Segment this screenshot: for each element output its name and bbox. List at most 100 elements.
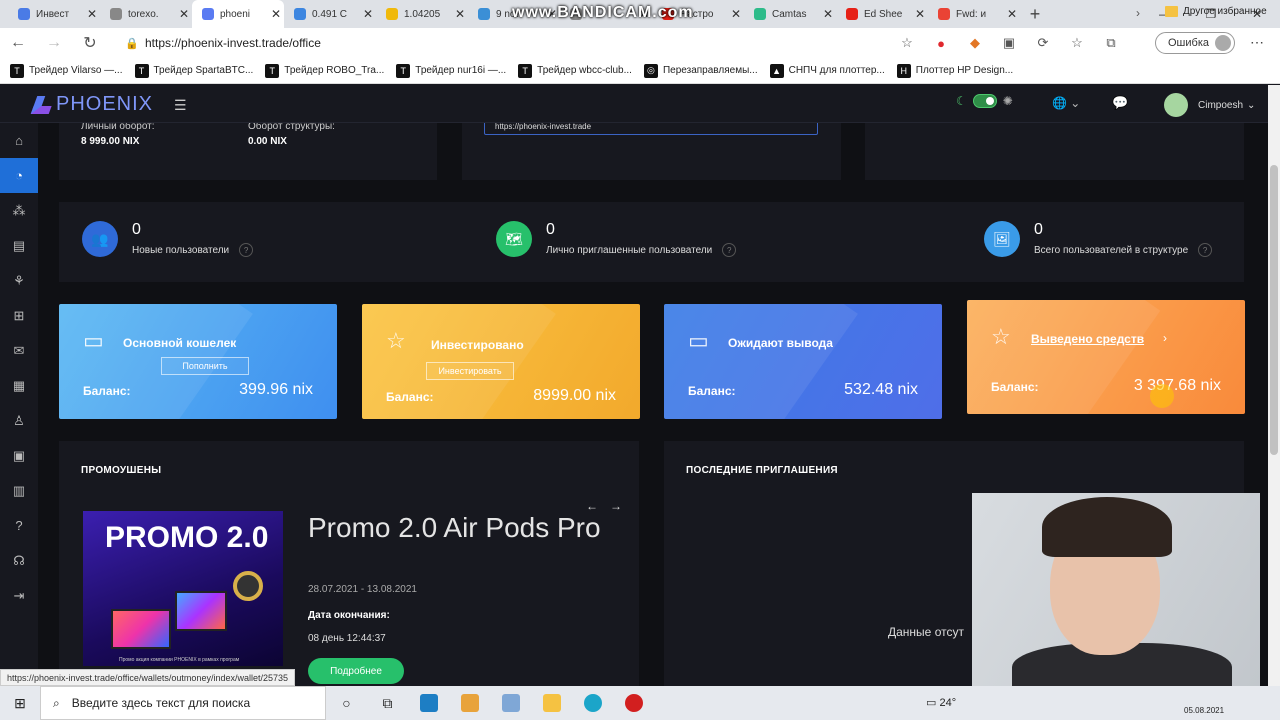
url-field[interactable]: 🔒 https://phoenix-invest.trade/office	[125, 31, 925, 55]
users-icon: 🖼	[984, 221, 1020, 257]
theme-toggle[interactable]	[972, 94, 997, 108]
bookmark-item[interactable]: ▲ СНПЧ для плоттер...	[769, 63, 885, 78]
documents-icon[interactable]: ▤	[0, 228, 38, 263]
wallet-action-button[interactable]: Пополнить	[161, 357, 249, 375]
tab-close-icon[interactable]: ✕	[912, 7, 928, 21]
tab-close-icon[interactable]: ✕	[268, 7, 284, 21]
app-icon-2[interactable]	[449, 686, 490, 720]
tab-title: Инвест	[36, 8, 70, 20]
language-icon[interactable]: 🌐 ⌄	[1052, 96, 1080, 110]
weather[interactable]: ▭ 24°	[926, 696, 956, 709]
app-icon-1[interactable]	[408, 686, 449, 720]
browser-tab[interactable]: torexo. ✕	[100, 0, 192, 28]
bandicam-icon[interactable]	[613, 686, 654, 720]
tab-close-icon[interactable]: ✕	[84, 7, 100, 21]
bookmark-icon: ▲	[769, 63, 784, 78]
more-menu-icon[interactable]: ⋯	[1250, 34, 1264, 51]
scrollbar[interactable]	[1268, 85, 1280, 686]
browser-tab[interactable]: Camtas ✕	[744, 0, 836, 28]
notepad-icon[interactable]	[490, 686, 531, 720]
help-icon[interactable]: ?	[239, 243, 254, 257]
sync-icon[interactable]: ⟳	[1032, 32, 1054, 54]
tab-close-icon[interactable]: ✕	[820, 7, 836, 21]
opera-icon[interactable]: ●	[930, 32, 952, 54]
tab-close-icon[interactable]: ✕	[360, 7, 376, 21]
forward-icon[interactable]: →	[36, 34, 72, 52]
metamask-icon[interactable]: ◆	[964, 32, 986, 54]
bookmark-item[interactable]: T Трейдер nur16i —...	[396, 63, 506, 78]
recording-watermark: www.BANDICAM.com	[512, 4, 694, 21]
help-icon[interactable]: ?	[0, 508, 38, 543]
reload-icon[interactable]: ↻	[72, 33, 108, 53]
wallet-icon[interactable]: ▣	[0, 438, 38, 473]
browser-tab[interactable]: 1.04205 ✕	[376, 0, 468, 28]
invest-icon[interactable]: ⚘	[0, 263, 38, 298]
task-view-icon[interactable]: ⧉	[367, 686, 408, 720]
chat-icon[interactable]: 💬	[1112, 95, 1128, 111]
calendar-icon[interactable]: ▦	[0, 368, 38, 403]
bookmark-item[interactable]: T Трейдер Vilarso —...	[10, 63, 123, 78]
wallet-title[interactable]: Выведено средств	[1031, 332, 1144, 346]
back-icon[interactable]: ←	[0, 34, 36, 52]
mail-icon[interactable]: ✉	[0, 333, 38, 368]
watch-image	[233, 571, 263, 601]
arrow-left-icon[interactable]: ←	[586, 499, 610, 513]
support-icon[interactable]: ☊	[0, 543, 38, 578]
arrow-right-icon[interactable]: →	[610, 499, 634, 513]
user-icon[interactable]: ♙	[0, 403, 38, 438]
chevron-right-icon[interactable]: ›	[1163, 331, 1167, 345]
help-icon[interactable]: ?	[722, 243, 737, 257]
webcam-overlay	[972, 493, 1260, 686]
partner-link-field[interactable]: https://phoenix-invest.trade	[484, 123, 818, 135]
tab-close-icon[interactable]: ✕	[1004, 7, 1020, 21]
favorite-add-icon[interactable]: ☆	[896, 32, 918, 54]
user-menu[interactable]: Cimpoesh ⌄	[1164, 93, 1255, 117]
wallet-action-button[interactable]: Инвестировать	[426, 362, 514, 380]
browser-tab[interactable]: 0.491 С ✕	[284, 0, 376, 28]
promo-image[interactable]: PROMO 2.0 Промо акция компании PHOENIX в…	[83, 511, 283, 666]
bookmark-item[interactable]: T Трейдер SpartaBTC...	[134, 63, 253, 78]
scrollbar-thumb[interactable]	[1270, 165, 1278, 455]
gift-icon[interactable]: ⊞	[0, 298, 38, 333]
logout-icon[interactable]: ⇥	[0, 578, 38, 613]
tab-favicon	[938, 8, 950, 20]
tab-close-icon[interactable]: ✕	[728, 7, 744, 21]
wallet-icon: ▭	[688, 328, 709, 353]
home-icon[interactable]: ⌂	[0, 123, 38, 158]
tab-close-icon[interactable]: ✕	[176, 7, 192, 21]
profile-button[interactable]: Ошибка	[1155, 32, 1235, 54]
tab-favicon	[294, 8, 306, 20]
browser-tab[interactable]: phoeni ✕	[192, 0, 284, 28]
logo[interactable]: PHOENIX	[30, 93, 153, 116]
taskbar-search[interactable]: ⌕ Введите здесь текст для поиска	[40, 686, 326, 720]
bookmarks-overflow-icon[interactable]: ›	[1136, 6, 1140, 20]
bookmark-icon: T	[396, 63, 411, 78]
browser-tab[interactable]: Fwd: и ✕	[928, 0, 1020, 28]
menu-toggle-icon[interactable]: ☰	[174, 97, 187, 114]
browser-tab[interactable]: Ed Shee ✕	[836, 0, 928, 28]
favorites-icon[interactable]: ☆	[1066, 32, 1088, 54]
cortana-icon[interactable]: ○	[326, 686, 367, 720]
bookmark-label: СНПЧ для плоттер...	[788, 65, 885, 76]
tab-close-icon[interactable]: ✕	[452, 7, 468, 21]
browser-tab[interactable]: Инвест ✕	[8, 0, 100, 28]
explorer-icon[interactable]	[531, 686, 572, 720]
structure-icon[interactable]: ⁂	[0, 193, 38, 228]
edge-icon[interactable]	[572, 686, 613, 720]
collections-icon[interactable]: ⧉	[1100, 32, 1122, 54]
other-bookmarks[interactable]: Другое избранное	[1165, 6, 1267, 17]
windows-start-icon[interactable]: ⊞	[0, 686, 40, 720]
help-icon[interactable]: ?	[1198, 243, 1213, 257]
bookmark-item[interactable]: T Трейдер ROBO_Tra...	[265, 63, 384, 78]
bookmark-item[interactable]: ◎ Перезаправляемы...	[643, 63, 758, 78]
stat-label: Лично приглашенные пользователи	[546, 244, 713, 256]
new-tab-button[interactable]: +	[1022, 4, 1048, 25]
bookmark-item[interactable]: T Трейдер wbcc-club...	[518, 63, 632, 78]
sun-icon: ✺	[1002, 94, 1013, 108]
bookmark-item[interactable]: H Плоттер HP Design...	[896, 63, 1013, 78]
promo-end-value: 08 день 12:44:37	[308, 633, 386, 644]
report-icon[interactable]: ▥	[0, 473, 38, 508]
extension-icon[interactable]: ▣	[998, 32, 1020, 54]
dashboard-icon[interactable]: ◔	[0, 158, 38, 193]
more-button[interactable]: Подробнее	[308, 658, 404, 684]
